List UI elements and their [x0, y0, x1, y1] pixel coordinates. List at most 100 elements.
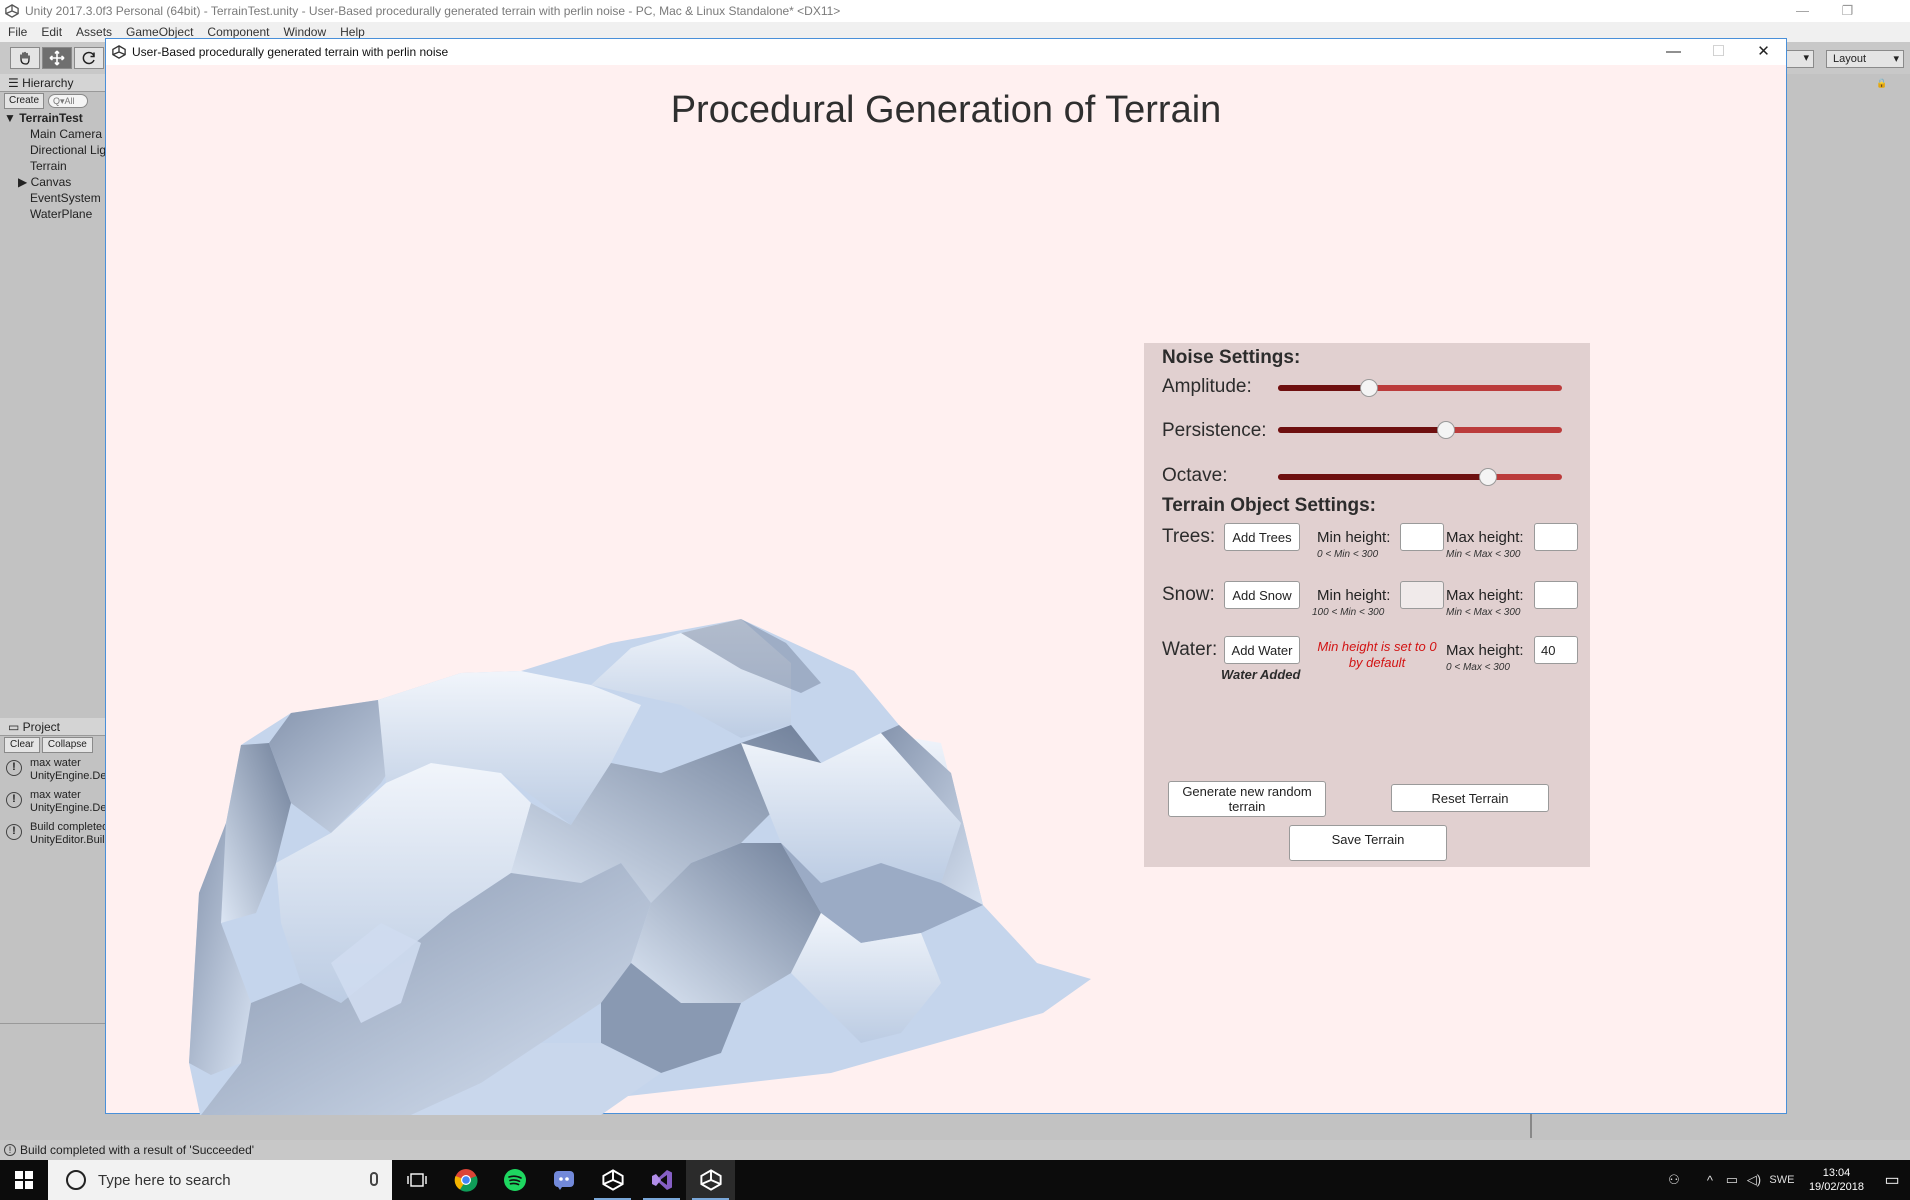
taskbar-chrome[interactable]: [441, 1160, 490, 1200]
scene-root[interactable]: ▼ TerrainTest: [0, 110, 105, 126]
microphone-icon[interactable]: [370, 1172, 378, 1186]
hierarchy-item[interactable]: EventSystem: [0, 190, 105, 206]
project-tab[interactable]: ▭ Project: [0, 718, 105, 736]
taskbar-discord[interactable]: [539, 1160, 588, 1200]
taskbar-unity-game[interactable]: [686, 1160, 735, 1200]
log-message: Build completed: [30, 821, 105, 833]
scene-name: TerrainTest: [19, 111, 83, 125]
trees-min-hint: 0 < Min < 300: [1317, 549, 1379, 560]
layout-label: Layout: [1833, 53, 1867, 65]
octave-slider[interactable]: [1278, 468, 1562, 486]
discord-icon: [553, 1171, 574, 1190]
add-snow-button[interactable]: Add Snow: [1224, 581, 1300, 609]
hierarchy-item[interactable]: Directional Light: [0, 142, 105, 158]
log-message: max water: [30, 757, 81, 769]
snow-max-height-input[interactable]: [1534, 581, 1578, 609]
persistence-label: Persistence:: [1162, 420, 1267, 441]
snow-max-hint: Min < Max < 300: [1446, 607, 1521, 618]
menu-component[interactable]: Component: [207, 25, 269, 39]
taskbar-visual-studio[interactable]: [637, 1160, 686, 1200]
hierarchy-search-input[interactable]: Q▾All: [48, 94, 89, 108]
create-dropdown[interactable]: Create: [4, 93, 45, 109]
water-min-height-note: Min height is set to 0 by default: [1317, 639, 1437, 670]
cortana-icon: [66, 1170, 86, 1190]
log-entry[interactable]: ! max waterUnityEngine.Debug: [0, 786, 105, 818]
layout-dropdown[interactable]: Layout ▾: [1826, 50, 1904, 68]
slider-handle[interactable]: [1359, 379, 1378, 397]
slider-handle[interactable]: [1436, 421, 1455, 439]
taskbar: Type here to search ⚇ ^ ▭ ◁) SWE 13:04 1…: [0, 1160, 1910, 1200]
hierarchy-item[interactable]: Main Camera: [0, 126, 105, 142]
status-bar[interactable]: ! Build completed with a result of 'Succ…: [0, 1140, 1910, 1160]
hierarchy-item[interactable]: Terrain: [0, 158, 105, 174]
menu-help[interactable]: Help: [340, 25, 365, 39]
task-view-button[interactable]: [392, 1160, 441, 1200]
trees-min-height-input[interactable]: [1400, 523, 1444, 551]
log-entry[interactable]: ! max waterUnityEngine.Debug: [0, 754, 105, 786]
project-console-panel: ▭ Project Clear Collapse ! max water Unity…: [0, 718, 106, 1028]
hierarchy-panel: ☰ Hierarchy Create Q▾All ▼ TerrainTest M…: [0, 74, 106, 714]
clock[interactable]: 13:04 19/02/2018: [1799, 1166, 1874, 1194]
expand-arrow-icon[interactable]: ▶: [18, 175, 27, 189]
slider-handle[interactable]: [1479, 468, 1498, 486]
close-icon[interactable]: [1870, 0, 1910, 22]
slider-fill: [1278, 385, 1369, 391]
trees-max-height-input[interactable]: [1534, 523, 1578, 551]
volume-icon[interactable]: ◁): [1743, 1172, 1765, 1188]
reset-terrain-button[interactable]: Reset Terrain: [1391, 784, 1549, 812]
restore-icon[interactable]: ❐: [1825, 0, 1870, 22]
move-tool-button[interactable]: [42, 47, 72, 69]
lock-icon[interactable]: 🔒: [1876, 78, 1898, 90]
start-button[interactable]: [0, 1160, 48, 1200]
amplitude-slider[interactable]: [1278, 379, 1562, 397]
hierarchy-item-label: Canvas: [30, 175, 72, 189]
generate-terrain-button[interactable]: Generate new random terrain: [1168, 781, 1326, 817]
collapse-button[interactable]: Collapse: [41, 737, 93, 753]
menu-assets[interactable]: Assets: [76, 25, 112, 39]
warning-icon: !: [6, 792, 22, 808]
clear-button[interactable]: Clear: [4, 737, 40, 753]
panel-divider: [0, 1023, 106, 1024]
taskbar-spotify[interactable]: [490, 1160, 539, 1200]
menu-window[interactable]: Window: [283, 25, 326, 39]
windows-logo-icon: [15, 1171, 33, 1189]
taskbar-unity-hub[interactable]: [588, 1160, 637, 1200]
close-icon[interactable]: ✕: [1741, 39, 1786, 65]
menu-edit[interactable]: Edit: [41, 25, 62, 39]
minimize-icon[interactable]: —: [1651, 39, 1696, 65]
rotate-icon: [82, 51, 95, 65]
trees-max-height-label: Max height:: [1446, 529, 1524, 546]
hierarchy-tab[interactable]: ☰ Hierarchy: [0, 74, 105, 92]
hierarchy-item-canvas[interactable]: ▶ Canvas: [0, 174, 105, 190]
snow-min-height-input[interactable]: [1400, 581, 1444, 609]
menu-gameobject[interactable]: GameObject: [126, 25, 193, 39]
save-terrain-button[interactable]: Save Terrain: [1289, 825, 1447, 861]
network-icon[interactable]: ▭: [1721, 1172, 1743, 1188]
water-label: Water:: [1162, 639, 1218, 660]
unity-logo-icon: [112, 45, 126, 59]
hierarchy-item[interactable]: WaterPlane: [0, 206, 105, 222]
water-max-height-input[interactable]: [1534, 636, 1578, 664]
log-message: max water: [30, 789, 81, 801]
language-indicator[interactable]: SWE: [1765, 1174, 1799, 1186]
taskbar-search[interactable]: Type here to search: [48, 1160, 392, 1200]
menu-file[interactable]: File: [8, 25, 27, 39]
task-view-icon: [406, 1173, 427, 1187]
log-source: UnityEditor.BuildPipeline: [30, 834, 105, 846]
unity-window-title: Unity 2017.3.0f3 Personal (64bit) - Terr…: [25, 4, 841, 18]
log-entry[interactable]: ! Build completedUnityEditor.BuildPipelin…: [0, 818, 105, 850]
minimize-icon[interactable]: —: [1780, 0, 1825, 22]
search-placeholder: Type here to search: [98, 1171, 231, 1189]
hand-tool-button[interactable]: [10, 47, 40, 69]
notifications-icon[interactable]: ▭: [1874, 1170, 1910, 1190]
add-water-button[interactable]: Add Water: [1224, 636, 1300, 664]
persistence-slider[interactable]: [1278, 421, 1562, 439]
water-max-hint: 0 < Max < 300: [1446, 662, 1510, 673]
octave-label: Octave:: [1162, 465, 1228, 486]
people-icon[interactable]: ⚇: [1663, 1172, 1685, 1188]
chevron-up-icon[interactable]: ^: [1699, 1173, 1721, 1188]
add-trees-button[interactable]: Add Trees: [1224, 523, 1300, 551]
water-max-height-label: Max height:: [1446, 642, 1524, 659]
trees-label: Trees:: [1162, 526, 1216, 547]
rotate-tool-button[interactable]: [74, 47, 104, 69]
